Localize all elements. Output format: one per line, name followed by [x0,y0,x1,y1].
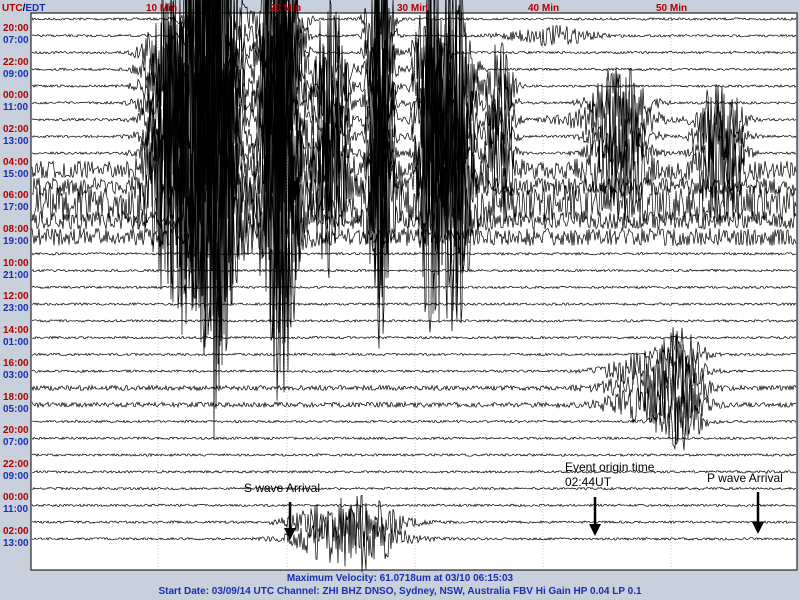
time-label-edt: 17:00 [3,202,29,213]
time-label-utc: 16:00 [3,358,29,369]
time-label-edt: 09:00 [3,471,29,482]
time-label-utc: 22:00 [3,459,29,470]
time-label-edt: 03:00 [3,370,29,381]
event-origin-time: 02:44UT [565,475,612,489]
time-label-edt: 05:00 [3,404,29,415]
plot-background [30,12,798,571]
footer-max-velocity: Maximum Velocity: 61.0718um at 03/10 06:… [286,573,514,584]
minute-label-10: 10 Min [146,3,177,14]
header-edt: EDT [25,3,45,14]
time-label-edt: 19:00 [3,236,29,247]
header-label: UTC/EDT [2,3,45,14]
minute-label-30: 30 Min [397,3,428,14]
time-label-edt: 07:00 [3,35,29,46]
time-label-edt: 07:00 [3,437,29,448]
time-label-utc: 12:00 [3,291,29,302]
time-label-utc: 00:00 [3,90,29,101]
time-label-edt: 11:00 [3,102,28,113]
time-label-utc: 00:00 [3,492,29,503]
time-label-utc: 04:00 [3,157,29,168]
header-utc: UTC [2,3,23,14]
event-origin-label: Event origin time [565,460,655,474]
time-label-utc: 02:00 [3,124,29,135]
time-label-edt: 21:00 [3,270,29,281]
time-label-edt: 23:00 [3,303,29,314]
time-label-edt: 11:00 [3,504,28,515]
time-label-edt: 13:00 [3,538,29,549]
time-label-utc: 20:00 [3,23,29,34]
time-label-utc: 18:00 [3,392,29,403]
minute-label-20: 20 Min [270,3,301,14]
seismogram: UTC/EDT 10 Min 20 Min 30 Min 40 Min 50 M… [2,0,798,573]
time-label-edt: 01:00 [3,337,29,348]
p-wave-label: P wave Arrival [707,471,783,485]
time-labels: 20:00 07:00 22:00 09:00 00:00 11:00 02:0… [3,23,29,549]
minute-label-40: 40 Min [528,3,559,14]
time-label-utc: 10:00 [3,258,29,269]
time-label-utc: 20:00 [3,425,29,436]
time-label-utc: 08:00 [3,224,29,235]
time-label-edt: 15:00 [3,169,29,180]
time-label-utc: 22:00 [3,57,29,68]
time-label-utc: 14:00 [3,325,29,336]
time-label-edt: 13:00 [3,136,29,147]
footer-channel-info: Start Date: 03/09/14 UTC Channel: ZHI BH… [158,586,642,597]
footer: Maximum Velocity: 61.0718um at 03/10 06:… [0,572,800,600]
time-label-utc: 02:00 [3,526,29,537]
minute-label-50: 50 Min [656,3,687,14]
time-label-utc: 06:00 [3,190,29,201]
s-wave-label: S wave Arrival [244,481,320,495]
time-label-edt: 09:00 [3,69,29,80]
